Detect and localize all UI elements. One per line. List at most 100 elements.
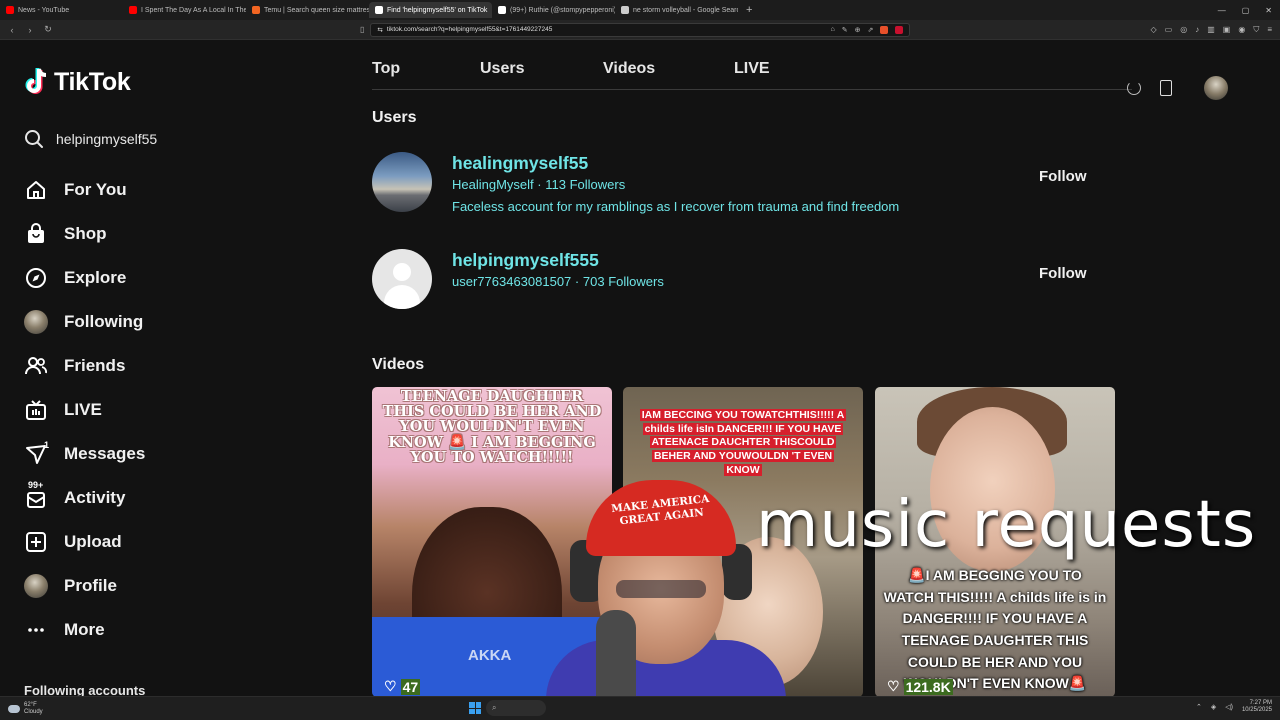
avatar — [24, 310, 48, 334]
default-avatar-body — [384, 285, 420, 309]
sidebar-item-live[interactable]: LIVE — [24, 388, 324, 432]
tab-videos[interactable]: Videos — [603, 60, 655, 78]
sidebar-item-more[interactable]: More — [24, 608, 324, 652]
sidebar-item-label: Messages — [64, 444, 146, 463]
tiktok-note-icon — [25, 68, 47, 94]
sidebar-item-friends[interactable]: Friends — [24, 344, 324, 388]
back-icon[interactable]: ‹ — [4, 25, 20, 35]
sidebar-item-following[interactable]: Following — [24, 300, 324, 344]
follow-button[interactable]: Follow — [1039, 168, 1087, 185]
profile-icon[interactable]: ◉ — [1238, 25, 1245, 35]
messages-icon: 1 — [24, 440, 50, 466]
extension-icon[interactable]: ♪ — [1195, 25, 1199, 35]
brave-shield-icon[interactable] — [880, 25, 889, 34]
share-icon[interactable]: ⇗ — [868, 26, 874, 34]
maximize-icon[interactable]: ▢ — [1242, 6, 1250, 15]
rewards-icon[interactable] — [895, 25, 904, 34]
browser-tab[interactable]: Temu | Search queen size mattress — [246, 2, 369, 18]
search-input[interactable]: helpingmyself55 — [56, 131, 157, 147]
extension-icon[interactable]: ▭ — [1165, 25, 1173, 35]
activity-icon: 99+ — [24, 480, 48, 510]
extension-icon[interactable]: ◎ — [1180, 25, 1187, 35]
shop-bag-icon — [24, 222, 48, 246]
browser-tab[interactable]: Find 'helpingmyself55' on TikTok✕ — [369, 2, 492, 18]
browser-tab[interactable]: (99+) Ruthie (@stompypepperoni) | Ti — [492, 2, 615, 18]
video-likes: ♡ 121.8K — [887, 678, 953, 695]
avatar[interactable] — [1204, 76, 1228, 100]
weather-widget[interactable]: 62°F Cloudy — [0, 702, 43, 715]
search-box[interactable]: helpingmyself55 — [24, 125, 324, 153]
sidebar-item-label: Following — [64, 312, 144, 331]
browser-tab[interactable]: News - YouTube — [0, 2, 123, 18]
following-accounts-heading: Following accounts — [24, 683, 146, 696]
chevron-up-icon[interactable]: ⌃ — [1196, 703, 1202, 711]
username[interactable]: helpingmyself555 — [452, 250, 599, 271]
windows-start-icon[interactable] — [469, 702, 481, 714]
sidebar-icon[interactable]: ▥ — [1207, 25, 1215, 35]
browser-tab[interactable]: I Spent The Day As A Local In The Ph — [123, 2, 246, 18]
sidebar-item-explore[interactable]: Explore — [24, 256, 324, 300]
close-window-icon[interactable]: ✕ — [1265, 6, 1272, 15]
video-caption-box: IAM BECCING YOU TOWATCHTHIS!!!!! A child… — [635, 409, 851, 477]
friends-icon — [24, 354, 48, 378]
sidebar-item-label: Shop — [64, 224, 107, 243]
follow-button[interactable]: Follow — [1039, 265, 1087, 282]
extension-icon[interactable]: ◇ — [1151, 25, 1157, 35]
followers-label: Followers — [608, 274, 664, 289]
tab-favicon-icon — [6, 6, 14, 14]
avatar[interactable] — [372, 249, 432, 309]
video-likes: ♡ 47 — [384, 678, 421, 695]
loading-spinner-icon — [1127, 81, 1141, 95]
sidebar-item-activity[interactable]: 99+ Activity — [24, 476, 324, 520]
user-result[interactable]: helpingmyself555 user7763463081507 · 703… — [372, 249, 1112, 313]
tab-top[interactable]: Top — [372, 60, 400, 78]
search-result-tabs: Top Users Videos LIVE — [372, 41, 1132, 91]
users-section-title: Users — [372, 109, 417, 126]
tab-title: ne storm volleyball - Google Search — [633, 6, 738, 14]
tab-favicon-icon — [621, 6, 629, 14]
clock[interactable]: 7:27 PM 10/25/2025 — [1242, 700, 1272, 714]
site-info-icon[interactable]: ⇆ — [377, 26, 382, 34]
sidebar-item-profile[interactable]: Profile — [24, 564, 324, 608]
edit-icon[interactable]: ✎ — [842, 26, 848, 34]
sidebar-item-upload[interactable]: Upload — [24, 520, 324, 564]
sidebar-item-label: More — [64, 620, 105, 639]
sidebar-item-for-you[interactable]: For You — [24, 168, 324, 212]
address-bar-url[interactable]: tiktok.com/search?q=helpingmyself55&t=17… — [387, 26, 553, 33]
network-icon[interactable]: ◈ — [1211, 703, 1216, 711]
tiktok-logo[interactable]: TikTok — [24, 67, 131, 97]
more-icon — [24, 618, 48, 642]
browser-tabs: News - YouTube I Spent The Day As A Local… — [0, 2, 738, 18]
minimize-icon[interactable]: — — [1218, 6, 1226, 15]
get-app-icon[interactable] — [1160, 80, 1172, 96]
tab-users[interactable]: Users — [480, 60, 524, 78]
open-in-app-icon[interactable]: ⌂ — [831, 26, 835, 34]
taskbar-search[interactable]: ⌕ — [486, 700, 546, 716]
sidebar-item-label: Upload — [64, 532, 122, 551]
browser-tab[interactable]: ne storm volleyball - Google Search — [615, 2, 738, 18]
menu-icon[interactable]: ≡ — [1267, 25, 1272, 35]
sidebar-item-shop[interactable]: Shop — [24, 212, 324, 256]
sidebar-item-label: LIVE — [64, 400, 102, 419]
wallet-icon[interactable]: ▣ — [1223, 25, 1231, 35]
upload-icon — [24, 530, 48, 554]
zoom-icon[interactable]: ⊕ — [855, 26, 861, 34]
tab-title: (99+) Ruthie (@stompypepperoni) | Ti — [510, 6, 615, 14]
new-tab-button[interactable]: + — [738, 4, 760, 16]
messages-badge: 1 — [44, 440, 50, 450]
separator: · — [574, 274, 580, 289]
bookmark-icon[interactable]: ▯ — [360, 25, 364, 34]
shield-icon[interactable]: ⛉ — [1253, 25, 1259, 35]
username[interactable]: healingmyself55 — [452, 153, 588, 174]
forward-icon[interactable]: › — [22, 25, 38, 35]
sidebar-item-messages[interactable]: 1 Messages — [24, 432, 324, 476]
separator: · — [537, 177, 542, 192]
compass-icon — [24, 266, 48, 290]
reload-icon[interactable]: ↻ — [40, 24, 56, 35]
address-bar[interactable]: ⇆ tiktok.com/search?q=helpingmyself55&t=… — [370, 22, 911, 37]
user-meta: user7763463081507 · 703 Followers — [452, 274, 664, 289]
tab-live[interactable]: LIVE — [734, 60, 770, 78]
user-result[interactable]: healingmyself55 HealingMyself · 113 Foll… — [372, 152, 1112, 216]
avatar[interactable] — [372, 152, 432, 212]
volume-icon[interactable]: ◁) — [1225, 703, 1233, 711]
